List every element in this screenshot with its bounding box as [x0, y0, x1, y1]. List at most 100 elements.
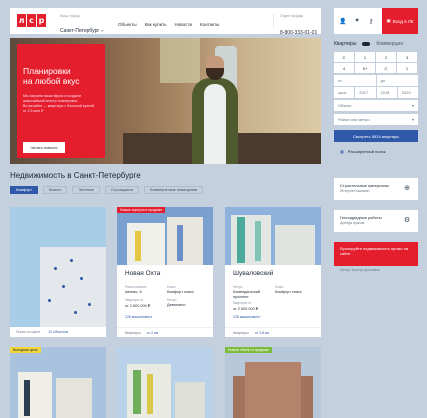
hero-banner[interactable]: Планировки на любой вкус Мы изучили ваши …	[10, 38, 321, 164]
filter-icon: ▦	[340, 148, 344, 154]
city-caption: Ваш город	[60, 13, 80, 18]
chevron-down-icon: ▾	[411, 117, 414, 122]
room-option[interactable]: 1	[355, 52, 375, 62]
room-option[interactable]: 4	[334, 63, 354, 73]
filter-elite[interactable]: Элитные	[72, 186, 101, 194]
project-label: Расположение	[125, 285, 147, 289]
project-location: Девяткино	[167, 303, 186, 307]
nav-how-to-buy[interactable]: Как купить	[145, 22, 167, 27]
read-news-button[interactable]: Читать новость	[23, 142, 65, 153]
phone-block[interactable]: Отдел продаж 8-800-333-01-01	[280, 14, 318, 38]
project-label: Метро	[167, 298, 177, 302]
phone-caption: Отдел продаж	[280, 14, 304, 18]
district-select-label: Район или метро	[338, 117, 370, 122]
chevron-down-icon: ▾	[101, 28, 104, 33]
project-card[interactable]	[117, 347, 213, 418]
building-accent	[255, 221, 261, 261]
apartments-link[interactable]: Квартиры	[233, 331, 249, 335]
extended-search-link[interactable]: ▦ Расширенный поиск	[334, 145, 418, 157]
search-tabs: Квартиры Коммерция	[334, 41, 403, 47]
object-select[interactable]: Объект ▾	[334, 100, 418, 111]
year-option[interactable]: 2018	[376, 87, 397, 98]
toggle-switch[interactable]	[362, 42, 371, 46]
nav-contacts[interactable]: Контакты	[200, 22, 219, 27]
parking-link[interactable]: 228 машиномест	[125, 315, 153, 319]
year-option[interactable]: 2017	[355, 87, 376, 98]
building-accent	[135, 231, 141, 261]
filter-business[interactable]: Бизнес	[42, 186, 68, 194]
tab-commercial[interactable]: Коммерция	[376, 41, 403, 47]
building-accent	[177, 225, 183, 261]
nav-objects[interactable]: Объекты	[118, 22, 137, 27]
chevron-down-icon: ▾	[411, 103, 414, 108]
map-water	[10, 247, 40, 327]
year-option[interactable]: 2019	[397, 87, 418, 98]
project-price: от 2 800 000 ₽	[125, 304, 151, 308]
section-title: Недвижимость в Санкт-Петербурге	[10, 171, 141, 180]
project-card[interactable]: Новые корпуса в продаже Новая Охта Распо…	[117, 207, 213, 337]
project-footer: Квартиры от 1,8 км	[225, 327, 321, 337]
building-image	[245, 362, 301, 418]
crane-icon: ⚙	[403, 216, 411, 224]
map-marker[interactable]	[88, 303, 91, 306]
filter-comfort[interactable]: Комфорт	[10, 186, 38, 194]
service-general-contracting[interactable]: Генподрядные работы Аренда кранов ⚙	[334, 210, 418, 232]
key-icon[interactable]: ⚷	[364, 8, 378, 34]
map-marker[interactable]	[48, 299, 51, 302]
room-option[interactable]: 3	[397, 52, 417, 62]
project-card[interactable]: Шуваловский Метро Комендантский проспект…	[225, 207, 321, 337]
project-label: Класс	[275, 285, 284, 289]
tab-apartments[interactable]: Квартиры	[334, 41, 356, 47]
city-value: Санкт-Петербург	[60, 28, 100, 34]
district-select[interactable]: Район или метро ▾	[334, 114, 418, 125]
filter-under-construction[interactable]: Строящиеся	[105, 186, 140, 194]
materials-icon: ⊕	[404, 184, 410, 192]
heart-icon[interactable]: ♥	[350, 8, 364, 34]
building-image	[167, 217, 203, 265]
service-title: Строительные материалы	[340, 183, 389, 188]
divider	[273, 14, 274, 28]
project-class: Комфорт класс	[167, 290, 194, 294]
room-option[interactable]: С	[334, 52, 354, 62]
room-option[interactable]: С	[376, 63, 396, 73]
apartments-link[interactable]: Квартиры	[125, 331, 141, 335]
map-marker[interactable]	[70, 259, 73, 262]
building-image	[175, 382, 205, 418]
extended-search-label: Расширенный поиск	[347, 148, 386, 154]
room-option[interactable]: 1	[397, 63, 417, 73]
project-location: Комендантский проспект	[233, 290, 261, 299]
year-option[interactable]: срок	[334, 87, 355, 98]
parking-link[interactable]: 228 машиномест	[233, 315, 261, 319]
map-search-link[interactable]: Поиск по карте	[16, 330, 40, 334]
login-button[interactable]: ▣ Вход в ЛК	[382, 8, 418, 34]
map-marker[interactable]	[74, 311, 77, 314]
logo[interactable]: л с р	[17, 14, 46, 27]
project-footer: Квартиры от 2 км	[117, 327, 213, 337]
map-marker[interactable]	[54, 267, 57, 270]
show-apartments-button[interactable]: Смотреть 5524 квартиры	[334, 130, 418, 142]
project-card[interactable]: Выгодная цена	[10, 347, 106, 418]
nav-news[interactable]: Новости	[175, 22, 192, 27]
price-to-input[interactable]: до	[376, 75, 418, 86]
project-label: Класс	[167, 285, 176, 289]
room-option[interactable]: 2	[376, 52, 396, 62]
map-card[interactable]: Поиск по карте 22 объектов	[10, 207, 106, 337]
project-card[interactable]: Новый объект в продаже	[225, 347, 321, 418]
service-building-materials[interactable]: Строительные материалы Интернет-магазин …	[334, 178, 418, 200]
map-marker[interactable]	[62, 285, 65, 288]
room-option[interactable]: 5+	[355, 63, 375, 73]
city-selector[interactable]: Ваш город Санкт-Петербург ▾	[60, 14, 103, 36]
filter-commercial[interactable]: Коммерческие помещения	[144, 186, 204, 194]
map-marker[interactable]	[80, 277, 83, 280]
map-water	[10, 207, 106, 247]
project-badge: Выгодная цена	[10, 347, 41, 353]
building-accent	[24, 380, 30, 416]
project-image	[117, 207, 213, 265]
project-label: Метро	[233, 285, 243, 289]
price-from-input[interactable]: от	[334, 75, 376, 86]
user-icon[interactable]: 👤	[336, 8, 350, 34]
project-class: Комфорт класс	[275, 290, 302, 294]
phone-number: 8-800-333-01-01	[280, 29, 318, 36]
promo-banner[interactable]: Бронируйте недвижимость промо на сайте	[334, 242, 418, 266]
service-title: Генподрядные работы	[340, 215, 382, 220]
